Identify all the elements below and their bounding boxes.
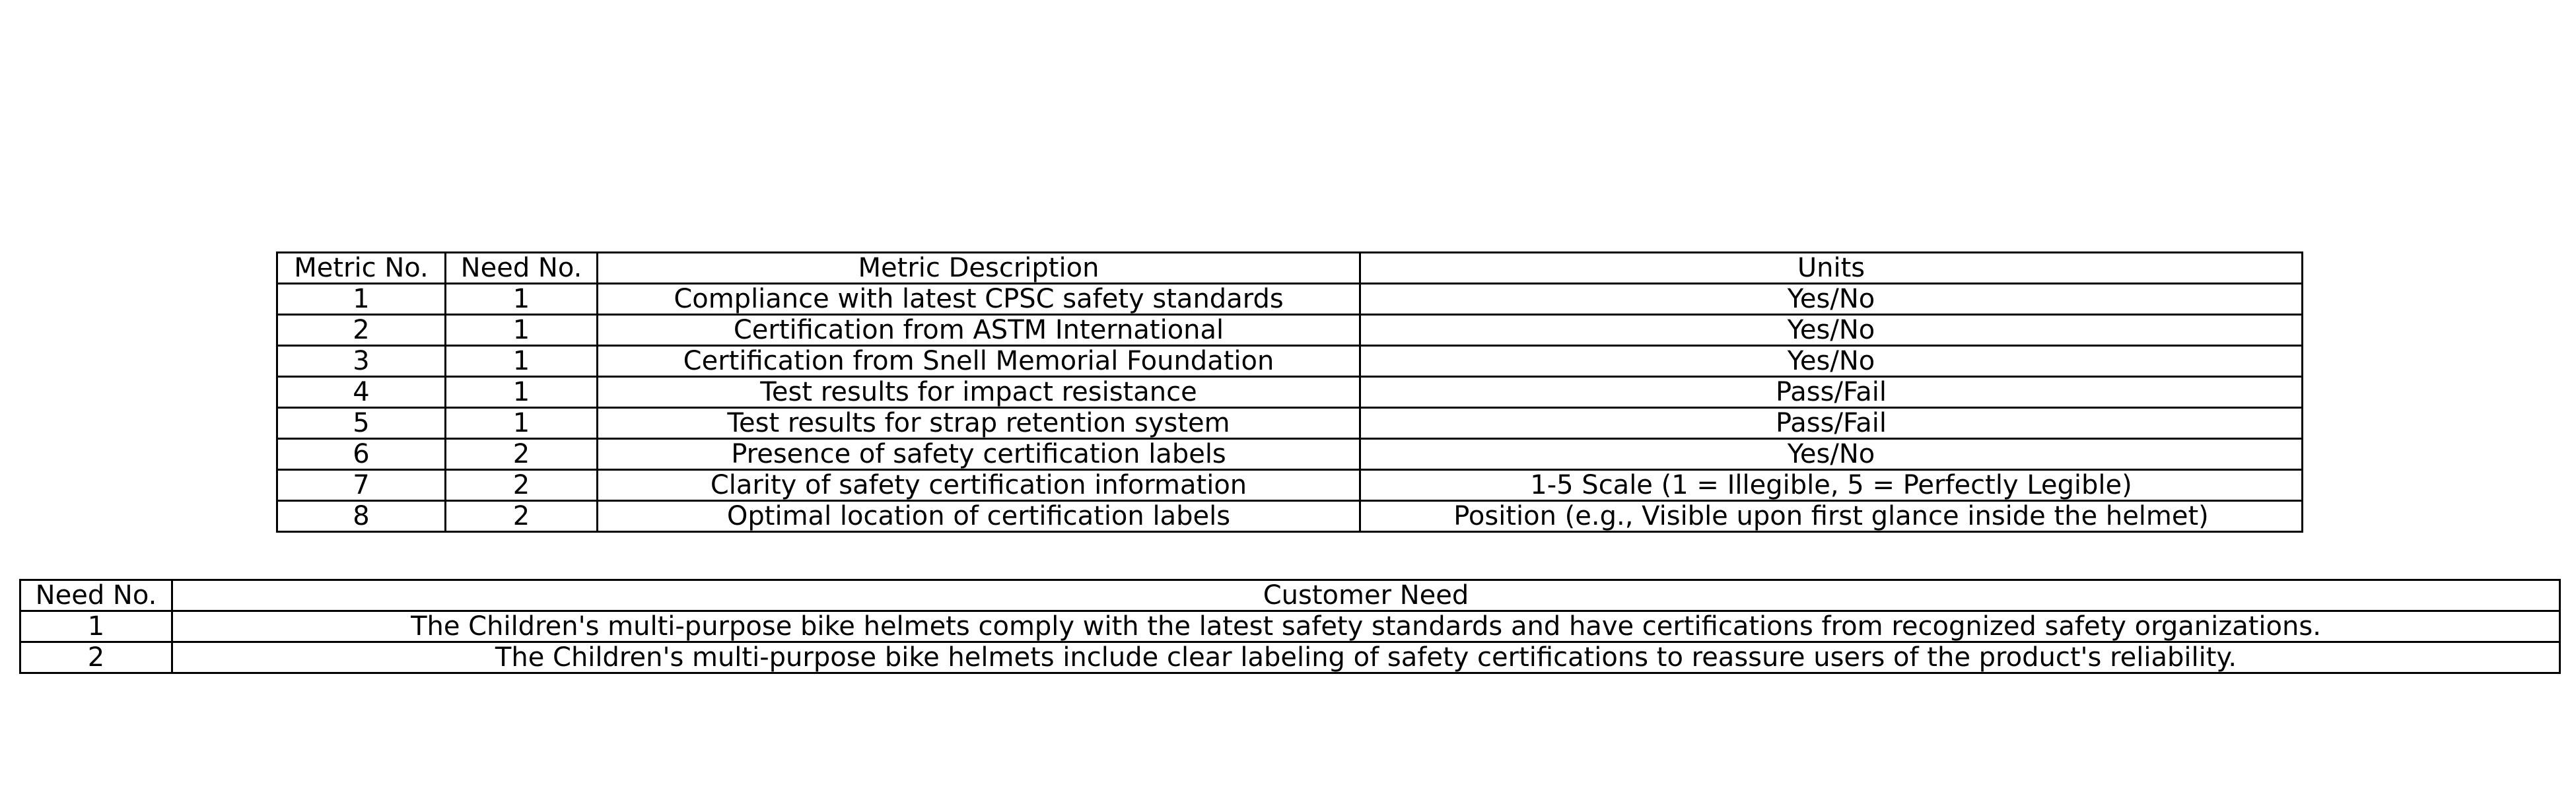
table-row: 4 1 Test results for impact resistance P… [276, 376, 2303, 409]
need-no-cell: 1 [444, 376, 598, 409]
header-units: Units [1359, 251, 2303, 284]
need-no-cell: 1 [19, 610, 173, 643]
need-no-cell: 2 [444, 438, 598, 471]
table-row: 3 1 Certification from Snell Memorial Fo… [276, 345, 2303, 378]
metric-description-cell: Clarity of safety certification informat… [596, 469, 1361, 502]
units-cell: Yes/No [1359, 438, 2303, 471]
units-cell: Yes/No [1359, 314, 2303, 347]
customer-needs-table: Need No. Customer Need 1 The Children's … [19, 579, 2561, 674]
need-no-cell: 2 [19, 641, 173, 674]
need-no-cell: 1 [444, 283, 598, 316]
units-cell: Yes/No [1359, 283, 2303, 316]
customer-need-cell: The Children's multi-purpose bike helmet… [171, 641, 2561, 674]
header-metric-description: Metric Description [596, 251, 1361, 284]
table-row: 5 1 Test results for strap retention sys… [276, 407, 2303, 440]
need-no-cell: 1 [444, 407, 598, 440]
need-no-cell: 2 [444, 469, 598, 502]
metric-description-cell: Optimal location of certification labels [596, 500, 1361, 533]
need-no-cell: 1 [444, 314, 598, 347]
header-metric-no: Metric No. [276, 251, 446, 284]
metric-no-cell: 2 [276, 314, 446, 347]
metric-no-cell: 8 [276, 500, 446, 533]
table-row: 1 The Children's multi-purpose bike helm… [19, 610, 2561, 643]
units-cell: Pass/Fail [1359, 407, 2303, 440]
metric-no-cell: 5 [276, 407, 446, 440]
header-customer-need: Customer Need [171, 579, 2561, 612]
metric-no-cell: 3 [276, 345, 446, 378]
metric-description-cell: Test results for impact resistance [596, 376, 1361, 409]
table-row: 2 1 Certification from ASTM Internationa… [276, 314, 2303, 347]
metrics-table: Metric No. Need No. Metric Description U… [276, 251, 2303, 533]
metric-no-cell: 7 [276, 469, 446, 502]
table-row: 8 2 Optimal location of certification la… [276, 500, 2303, 533]
header-need-no: Need No. [444, 251, 598, 284]
metric-no-cell: 4 [276, 376, 446, 409]
table-header-row: Need No. Customer Need [19, 579, 2561, 612]
table-row: 6 2 Presence of safety certification lab… [276, 438, 2303, 471]
need-no-cell: 2 [444, 500, 598, 533]
metric-description-cell: Compliance with latest CPSC safety stand… [596, 283, 1361, 316]
table-row: 1 1 Compliance with latest CPSC safety s… [276, 283, 2303, 316]
units-cell: Position (e.g., Visible upon first glanc… [1359, 500, 2303, 533]
units-cell: 1-5 Scale (1 = Illegible, 5 = Perfectly … [1359, 469, 2303, 502]
metric-description-cell: Certification from ASTM International [596, 314, 1361, 347]
customer-need-cell: The Children's multi-purpose bike helmet… [171, 610, 2561, 643]
metric-description-cell: Presence of safety certification labels [596, 438, 1361, 471]
metric-description-cell: Certification from Snell Memorial Founda… [596, 345, 1361, 378]
metric-description-cell: Test results for strap retention system [596, 407, 1361, 440]
table-header-row: Metric No. Need No. Metric Description U… [276, 251, 2303, 284]
header-need-no: Need No. [19, 579, 173, 612]
table-row: 2 The Children's multi-purpose bike helm… [19, 641, 2561, 674]
metric-no-cell: 1 [276, 283, 446, 316]
need-no-cell: 1 [444, 345, 598, 378]
units-cell: Pass/Fail [1359, 376, 2303, 409]
units-cell: Yes/No [1359, 345, 2303, 378]
table-row: 7 2 Clarity of safety certification info… [276, 469, 2303, 502]
metric-no-cell: 6 [276, 438, 446, 471]
